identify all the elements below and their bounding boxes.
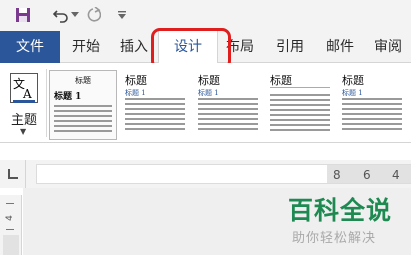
save-icon[interactable] bbox=[14, 5, 32, 25]
themes-icon: 文A bbox=[10, 73, 38, 103]
design-ribbon: 文A 主题 ▼ 标题 标题 1 标题 标题 1 标题 标题 1 标题 标题 标题… bbox=[0, 63, 411, 143]
watermark: 百科全说 助你轻松解决 bbox=[278, 191, 408, 251]
ruler-margin bbox=[3, 235, 19, 255]
style-set-body bbox=[198, 98, 258, 133]
ruler-number: 6 bbox=[363, 168, 371, 182]
watermark-logo: 百科全说 bbox=[288, 196, 393, 225]
style-set-thumbnail[interactable]: 标题 标题 1 bbox=[121, 70, 189, 140]
undo-icon[interactable] bbox=[52, 5, 70, 25]
left-tab-stop-icon bbox=[8, 169, 18, 179]
chevron-down-icon: ▼ bbox=[20, 127, 27, 136]
style-set-title: 标题 bbox=[342, 74, 364, 87]
horizontal-ruler[interactable]: 8 6 4 bbox=[36, 164, 411, 184]
themes-label: 主题 bbox=[10, 113, 37, 128]
style-set-title: 标题 bbox=[270, 74, 292, 87]
tab-layout[interactable]: 布局 bbox=[222, 31, 258, 63]
style-set-heading: 标题 1 bbox=[54, 92, 82, 102]
style-set-heading: 标题 1 bbox=[125, 89, 146, 97]
style-set-rule bbox=[270, 87, 330, 88]
tab-references[interactable]: 引用 bbox=[268, 31, 312, 63]
horizontal-ruler-row: 8 6 4 bbox=[0, 160, 411, 188]
tab-file[interactable]: 文件 bbox=[0, 31, 60, 63]
ribbon-divider bbox=[46, 69, 47, 137]
ribbon-tab-bar: 文件 开始 插入 设计 布局 引用 邮件 审阅 bbox=[0, 31, 411, 64]
style-set-thumbnail[interactable]: 标题 标题 1 bbox=[49, 70, 117, 140]
watermark-tagline: 助你轻松解决 bbox=[292, 231, 377, 246]
ruler-number: 8 bbox=[333, 168, 341, 182]
style-set-body bbox=[125, 98, 185, 133]
ruler-number: 4 bbox=[392, 168, 400, 182]
style-set-body bbox=[342, 98, 402, 133]
style-set-thumbnail[interactable]: 标题 标题 1 bbox=[338, 70, 406, 140]
style-set-thumbnail[interactable]: 标题 标题 1 bbox=[194, 70, 262, 140]
ruler-tick bbox=[6, 203, 14, 204]
style-set-title: 标题 bbox=[125, 74, 147, 87]
style-set-body bbox=[270, 94, 330, 134]
vertical-ruler[interactable]: 4 bbox=[0, 195, 22, 255]
style-set-thumbnail[interactable]: 标题 bbox=[266, 70, 334, 140]
tab-home[interactable]: 开始 bbox=[64, 31, 108, 63]
tab-selector[interactable] bbox=[0, 160, 26, 188]
tab-design[interactable]: 设计 bbox=[158, 31, 218, 64]
style-set-heading: 标题 1 bbox=[198, 89, 219, 97]
themes-button[interactable]: 文A 主题 ▼ bbox=[6, 71, 42, 137]
redo-icon[interactable] bbox=[84, 5, 102, 25]
style-set-title: 标题 bbox=[75, 76, 91, 85]
style-set-body bbox=[54, 105, 112, 135]
undo-dropdown-icon[interactable] bbox=[70, 5, 80, 25]
ruler-tick bbox=[6, 229, 14, 230]
style-set-heading: 标题 1 bbox=[342, 89, 363, 97]
ruler-number: 4 bbox=[4, 215, 15, 221]
tab-insert[interactable]: 插入 bbox=[112, 31, 156, 63]
tab-mailings[interactable]: 邮件 bbox=[318, 31, 362, 63]
style-set-title: 标题 bbox=[198, 74, 220, 87]
tab-review[interactable]: 审阅 bbox=[366, 31, 410, 63]
customize-arrow-icon[interactable] bbox=[116, 5, 128, 25]
quick-access-toolbar bbox=[0, 0, 411, 31]
